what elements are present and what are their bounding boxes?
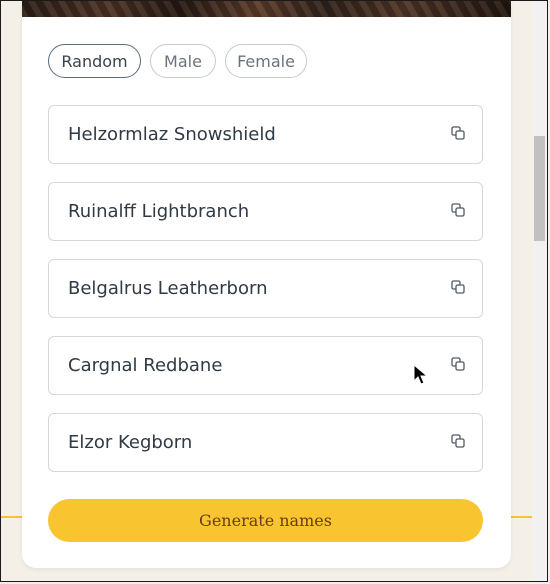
hero-image	[22, 0, 511, 17]
page-background-right	[511, 0, 532, 584]
generated-name: Helzormlaz Snowshield	[68, 124, 276, 145]
filter-male-button[interactable]: Male	[150, 44, 216, 78]
name-result-row: Belgalrus Leatherborn	[48, 259, 483, 318]
generate-names-button[interactable]: Generate names	[48, 499, 483, 542]
generated-name: Cargnal Redbane	[68, 355, 223, 376]
copy-icon[interactable]	[451, 126, 465, 140]
mouse-pointer-icon	[413, 364, 429, 385]
page-background-left	[1, 0, 22, 584]
generated-name: Belgalrus Leatherborn	[68, 278, 268, 299]
accent-line	[1, 516, 23, 518]
generated-name: Ruinalff Lightbranch	[68, 201, 250, 222]
filter-random-button[interactable]: Random	[48, 44, 141, 78]
name-result-row: Helzormlaz Snowshield	[48, 105, 483, 164]
copy-icon[interactable]	[451, 280, 465, 294]
scrollbar-thumb[interactable]	[534, 136, 545, 241]
scrollbar-track[interactable]	[532, 1, 547, 582]
copy-icon[interactable]	[451, 357, 465, 371]
copy-icon[interactable]	[451, 203, 465, 217]
copy-icon[interactable]	[451, 434, 465, 448]
accent-line	[510, 516, 532, 518]
filter-female-button[interactable]: Female	[225, 44, 307, 78]
name-result-row: Elzor Kegborn	[48, 413, 483, 472]
generated-name: Elzor Kegborn	[68, 432, 193, 453]
name-result-row: Ruinalff Lightbranch	[48, 182, 483, 241]
